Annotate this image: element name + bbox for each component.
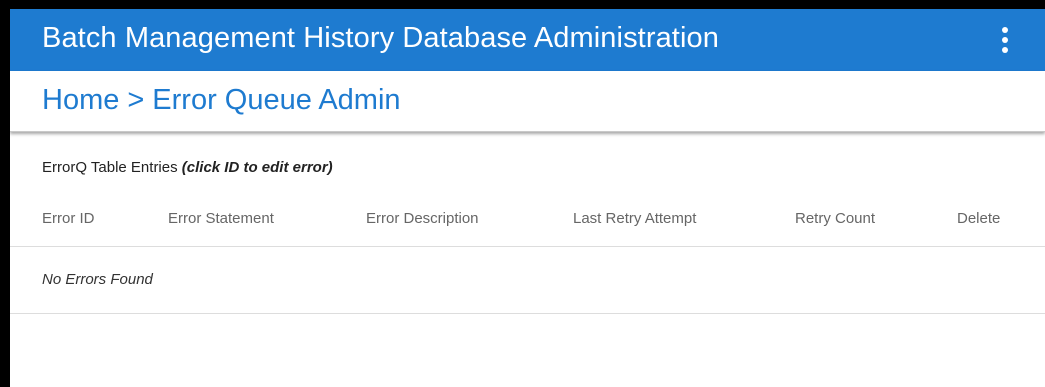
app-header: Batch Management History Database Admini…	[10, 9, 1045, 71]
section-hint: (click ID to edit error)	[181, 159, 333, 176]
menu-dot	[1002, 27, 1008, 33]
menu-dot	[1002, 47, 1008, 53]
breadcrumb-bar: Home > Error Queue Admin	[10, 71, 1045, 132]
app-title: Batch Management History Database Admini…	[42, 22, 719, 54]
table-row-empty: No Errors Found	[10, 247, 1045, 314]
app-frame: Batch Management History Database Admini…	[10, 9, 1045, 387]
column-header-error-description: Error Description	[366, 210, 479, 227]
section-title: ErrorQ Table Entries (click ID to edit e…	[42, 159, 333, 176]
breadcrumb-current: Error Queue Admin	[152, 84, 401, 116]
section-title-text: ErrorQ Table Entries	[42, 159, 178, 176]
column-header-last-retry-attempt: Last Retry Attempt	[573, 210, 697, 227]
empty-message: No Errors Found	[42, 271, 153, 288]
column-header-error-statement: Error Statement	[168, 210, 274, 227]
table-header-row: Error ID Error Statement Error Descripti…	[10, 200, 1045, 247]
more-vert-icon[interactable]	[994, 23, 1016, 57]
menu-dot	[1002, 37, 1008, 43]
breadcrumb-home-link[interactable]: Home	[42, 84, 119, 116]
breadcrumb-separator: >	[127, 84, 145, 116]
breadcrumb: Home > Error Queue Admin	[42, 84, 401, 117]
column-header-retry-count: Retry Count	[795, 210, 876, 227]
column-header-error-id: Error ID	[42, 210, 95, 227]
column-header-delete: Delete	[957, 210, 1001, 227]
